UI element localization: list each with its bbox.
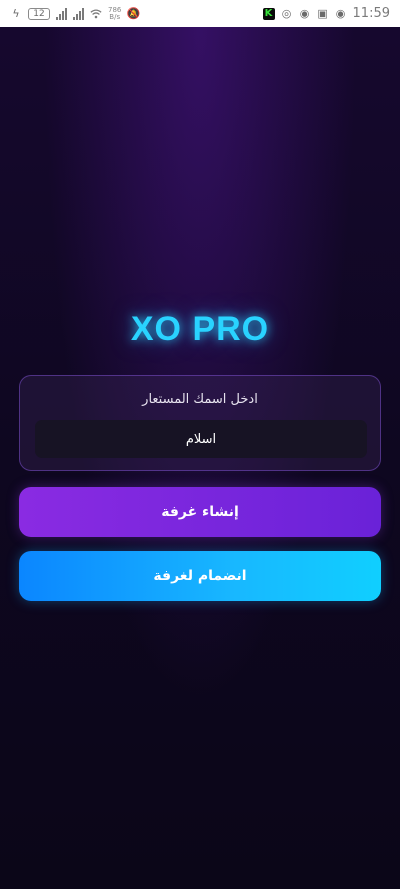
signal-icon-2: [73, 7, 84, 20]
k-app-icon: K: [262, 7, 275, 20]
wifi-icon: [90, 8, 102, 20]
nickname-card: ادخل اسمك المستعار: [19, 375, 381, 471]
join-room-button[interactable]: انضمام لغرفة: [19, 551, 381, 601]
mute-icon: 🔕: [126, 7, 141, 20]
status-right: K ◎ ◉ ▣ ◉ 11:59: [262, 6, 390, 21]
status-left: ϟ 12 786 B/s 🔕: [10, 5, 141, 21]
security-icon: ▣: [317, 7, 328, 20]
net-speed: 786 B/s: [108, 5, 122, 21]
nickname-input[interactable]: [35, 420, 367, 458]
create-room-button[interactable]: إنشاء غرفة: [19, 487, 381, 537]
clock: 11:59: [352, 6, 390, 21]
eye-icon: ◉: [335, 7, 346, 20]
charging-icon: ϟ: [12, 7, 20, 20]
messenger-icon: ◉: [299, 7, 310, 20]
signal-icon: [56, 7, 67, 20]
app-screen: XO PRO ادخل اسمك المستعار إنشاء غرفة انض…: [0, 27, 400, 889]
battery-icon: 12: [28, 7, 50, 20]
status-bar: ϟ 12 786 B/s 🔕 K ◎ ◉ ▣ ◉ 11:59: [0, 0, 400, 27]
app-title: XO PRO: [130, 310, 270, 348]
nickname-label: ادخل اسمك المستعار: [142, 392, 258, 407]
chrome-icon: ◎: [281, 7, 292, 20]
